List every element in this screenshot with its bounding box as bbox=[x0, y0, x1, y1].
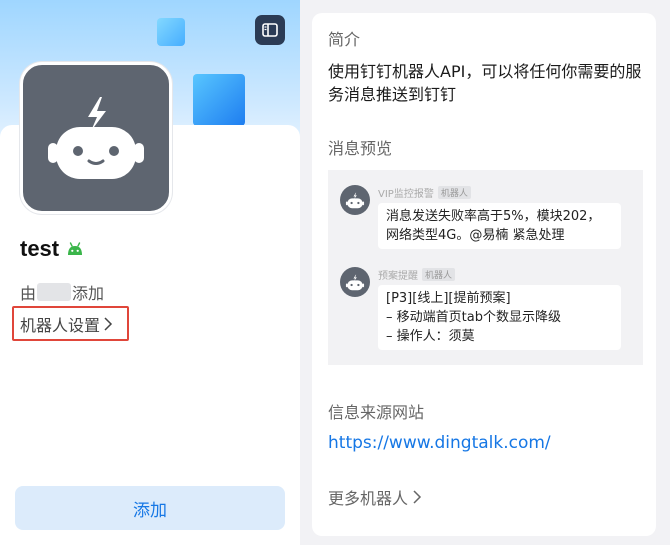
robot-tag: 机器人 bbox=[437, 185, 471, 199]
intro-text: 使用钉钉机器人API，可以将任何你需要的服务消息推送到钉钉 bbox=[328, 62, 642, 104]
decorative-cube bbox=[193, 74, 245, 126]
source-heading: 信息来源网站 bbox=[328, 403, 425, 422]
message-line: 消息发送失败率高于5%，模块202， bbox=[386, 209, 601, 224]
added-by-text: 由 添加 bbox=[20, 280, 104, 304]
message-bubble: [P3][线上][提前预案] – 移动端首页tab个数显示降级 – 操作人：须莫 bbox=[378, 285, 621, 350]
message-bubble: 消息发送失败率高于5%，模块202， 网络类型4G。@易楠 紧急处理 bbox=[378, 203, 621, 249]
robot-icon bbox=[345, 274, 365, 290]
bot-name: test bbox=[20, 236, 60, 261]
bot-name-row: test bbox=[20, 236, 83, 262]
message-sender: VIP监控报警 bbox=[378, 188, 434, 200]
robot-icon bbox=[48, 97, 144, 179]
message-sender: 预案提醒 bbox=[378, 270, 418, 282]
added-by-prefix: 由 bbox=[20, 284, 37, 303]
added-by-suffix: 添加 bbox=[72, 284, 105, 303]
message-avatar bbox=[340, 185, 370, 215]
bot-settings-link[interactable]: 机器人设置 bbox=[12, 306, 129, 341]
bot-settings-label: 机器人设置 bbox=[20, 315, 101, 335]
decorative-cube bbox=[157, 18, 185, 46]
sidebar-toggle-icon bbox=[262, 23, 278, 37]
android-icon bbox=[68, 242, 83, 255]
sidebar-toggle-button[interactable] bbox=[255, 15, 285, 45]
redacted-username bbox=[37, 283, 72, 301]
message-line: [P3][线上][提前预案] bbox=[386, 291, 511, 306]
more-bots-label: 更多机器人 bbox=[328, 489, 409, 508]
source-url-link[interactable]: https://www.dingtalk.com/ bbox=[328, 433, 551, 453]
bot-avatar bbox=[20, 62, 172, 214]
message-line: – 操作人：须莫 bbox=[386, 329, 475, 344]
message-avatar bbox=[340, 267, 370, 297]
robot-icon bbox=[345, 192, 365, 208]
preview-heading: 消息预览 bbox=[328, 139, 393, 158]
bot-profile-panel: test 由 添加 机器人设置 添加 bbox=[0, 0, 300, 545]
message-line: – 移动端首页tab个数显示降级 bbox=[386, 310, 561, 325]
add-button[interactable]: 添加 bbox=[15, 486, 285, 530]
chevron-right-icon bbox=[413, 490, 422, 504]
intro-heading: 简介 bbox=[328, 30, 361, 49]
preview-message: VIP监控报警 机器人 消息发送失败率高于5%，模块202， 网络类型4G。@易… bbox=[340, 185, 621, 249]
message-preview: VIP监控报警 机器人 消息发送失败率高于5%，模块202， 网络类型4G。@易… bbox=[328, 170, 643, 365]
bot-info-panel: 简介 使用钉钉机器人API，可以将任何你需要的服务消息推送到钉钉 消息预览 VI… bbox=[312, 13, 656, 536]
chevron-right-icon bbox=[104, 316, 113, 331]
message-line: 网络类型4G。@易楠 紧急处理 bbox=[386, 228, 565, 243]
more-bots-link[interactable]: 更多机器人 bbox=[328, 485, 422, 509]
robot-tag: 机器人 bbox=[422, 267, 456, 281]
preview-message: 预案提醒 机器人 [P3][线上][提前预案] – 移动端首页tab个数显示降级… bbox=[340, 267, 621, 350]
